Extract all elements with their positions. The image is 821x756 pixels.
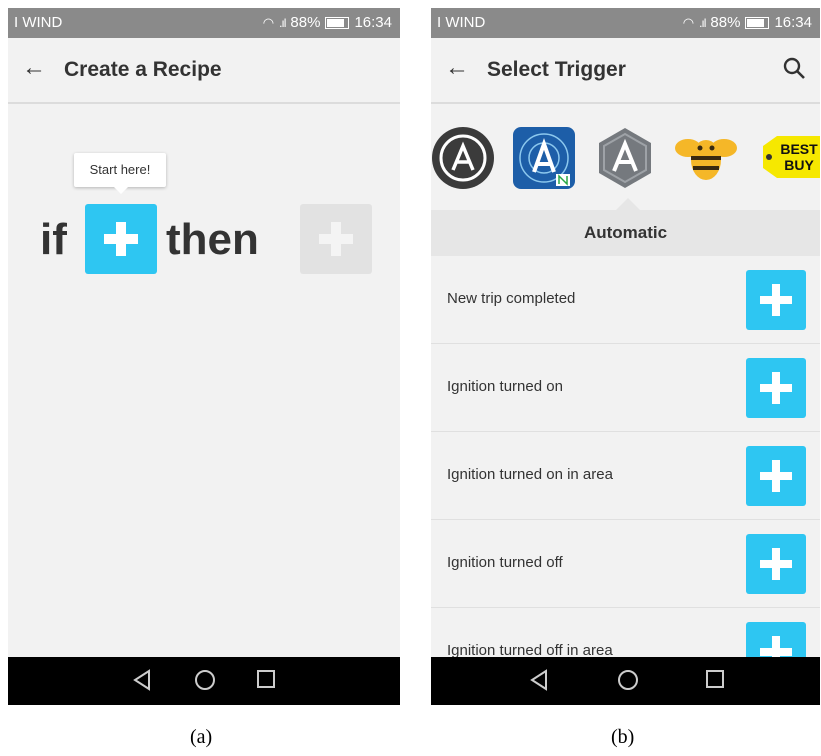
nav-home-icon[interactable] <box>617 669 639 691</box>
list-item[interactable]: New trip completed <box>431 256 820 344</box>
search-icon[interactable] <box>782 56 806 80</box>
if-label: if <box>40 215 67 264</box>
nav-back-icon[interactable] <box>132 669 152 691</box>
add-trigger-button[interactable] <box>85 204 157 274</box>
trigger-label: Ignition turned on <box>447 378 563 395</box>
selection-pointer <box>616 198 640 210</box>
app-bar: ← Select Trigger <box>431 38 820 104</box>
trigger-list: New trip completed Ignition turned on Ig… <box>431 256 820 696</box>
plus-icon <box>760 372 792 404</box>
section-title: Automatic <box>431 210 820 256</box>
battery-percent: 88% <box>710 14 741 31</box>
add-action-button[interactable] <box>300 204 372 274</box>
carrier-label: I WIND <box>14 14 63 31</box>
caption-b: (b) <box>611 726 635 748</box>
plus-icon <box>760 284 792 316</box>
trigger-label: Ignition turned on in area <box>447 466 613 483</box>
status-bar: I WIND ◠ .ıl 88% 16:34 <box>431 8 820 38</box>
automatic-hexagon-icon[interactable] <box>593 126 657 190</box>
best-buy-icon[interactable]: BEST BUY <box>759 126 820 190</box>
nav-recents-icon[interactable] <box>256 669 276 689</box>
bee-icon[interactable] <box>674 126 738 190</box>
back-arrow-icon[interactable]: ← <box>445 54 469 82</box>
plus-icon <box>319 222 353 256</box>
signal-icon: .ıl <box>699 15 706 30</box>
list-item[interactable]: Ignition turned on in area <box>431 432 820 520</box>
phone-screen-b: I WIND ◠ .ıl 88% 16:34 ← Select Trigger <box>431 8 820 705</box>
wifi-icon: ◠ <box>262 14 275 30</box>
add-trigger-button[interactable] <box>746 534 806 594</box>
battery-icon <box>325 16 350 29</box>
nav-recents-icon[interactable] <box>705 669 725 689</box>
navigation-bar <box>431 657 820 705</box>
wifi-icon: ◠ <box>682 14 695 30</box>
start-here-tooltip: Start here! <box>74 153 166 194</box>
clock: 16:34 <box>354 14 392 31</box>
channel-carousel[interactable]: BEST BUY <box>431 106 820 210</box>
plus-icon <box>760 548 792 580</box>
add-trigger-button[interactable] <box>746 446 806 506</box>
trigger-label: Ignition turned off <box>447 554 563 571</box>
automatic-navigator-icon[interactable] <box>512 126 576 190</box>
then-label: then <box>166 215 259 264</box>
best-buy-logo-text: BEST <box>780 141 818 157</box>
app-bar: ← Create a Recipe <box>8 38 400 104</box>
add-trigger-button[interactable] <box>746 358 806 418</box>
caption-a: (a) <box>190 726 213 748</box>
list-item[interactable]: Ignition turned on <box>431 344 820 432</box>
phone-screen-a: I WIND ◠ .ıl 88% 16:34 ← Create a Recipe… <box>8 8 400 705</box>
page-title: Create a Recipe <box>64 58 222 81</box>
battery-percent: 88% <box>290 14 321 31</box>
trigger-label: New trip completed <box>447 290 576 307</box>
navigation-bar <box>8 657 400 705</box>
plus-icon <box>760 460 792 492</box>
nav-home-icon[interactable] <box>194 669 216 691</box>
automatic-dark-icon[interactable] <box>431 126 495 190</box>
best-buy-logo-text: BUY <box>784 157 814 173</box>
list-item[interactable]: Ignition turned off <box>431 520 820 608</box>
signal-icon: .ıl <box>279 15 286 30</box>
battery-icon <box>745 16 770 29</box>
add-trigger-button[interactable] <box>746 270 806 330</box>
carrier-label: I WIND <box>437 14 486 31</box>
back-arrow-icon[interactable]: ← <box>22 54 46 82</box>
status-bar: I WIND ◠ .ıl 88% 16:34 <box>8 8 400 38</box>
page-title: Select Trigger <box>487 58 626 81</box>
plus-icon <box>104 222 138 256</box>
nav-back-icon[interactable] <box>529 669 549 691</box>
clock: 16:34 <box>774 14 812 31</box>
